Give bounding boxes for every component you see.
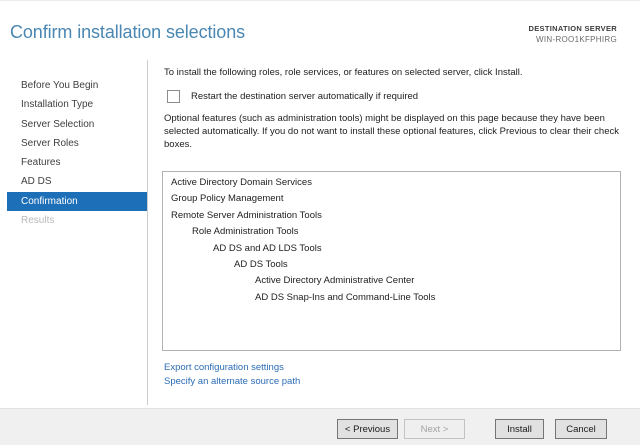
wizard-step-sidebar: Before You Begin Installation Type Serve…	[0, 76, 147, 230]
previous-button[interactable]: < Previous	[337, 419, 398, 439]
restart-checkbox-label[interactable]: Restart the destination server automatic…	[191, 91, 418, 102]
sidebar-item-results: Results	[0, 211, 147, 230]
sidebar-item-before-you-begin[interactable]: Before You Begin	[0, 76, 147, 95]
restart-checkbox[interactable]	[167, 90, 180, 103]
selection-list-item: AD DS and AD LDS Tools	[163, 241, 620, 257]
selection-list-item: Active Directory Domain Services	[163, 175, 620, 191]
sidebar-item-ad-ds[interactable]: AD DS	[0, 172, 147, 191]
footer-bar	[0, 408, 640, 445]
selection-list-item: AD DS Snap-Ins and Command-Line Tools	[163, 290, 620, 306]
cancel-button[interactable]: Cancel	[555, 419, 607, 439]
footer-links: Export configuration settings Specify an…	[164, 361, 300, 388]
selection-list-item: Group Policy Management	[163, 191, 620, 207]
destination-server-block: DESTINATION SERVER WIN-ROO1KFPHIRG	[529, 24, 617, 44]
sidebar-item-server-roles[interactable]: Server Roles	[0, 134, 147, 153]
next-button: Next >	[404, 419, 465, 439]
sidebar-item-installation-type[interactable]: Installation Type	[0, 95, 147, 114]
selection-list-item: Remote Server Administration Tools	[163, 208, 620, 224]
window-top-edge	[0, 0, 640, 1]
selection-list: Active Directory Domain Services Group P…	[162, 171, 621, 351]
sidebar-item-features[interactable]: Features	[0, 153, 147, 172]
intro-text: To install the following roles, role ser…	[164, 67, 622, 78]
sidebar-divider	[147, 60, 148, 405]
install-button[interactable]: Install	[495, 419, 544, 439]
selection-list-item: AD DS Tools	[163, 257, 620, 273]
destination-server-label: DESTINATION SERVER	[529, 24, 617, 33]
destination-server-name: WIN-ROO1KFPHIRG	[529, 35, 617, 44]
alternate-source-path-link[interactable]: Specify an alternate source path	[164, 375, 300, 389]
sidebar-item-confirmation[interactable]: Confirmation	[7, 192, 147, 211]
page-title: Confirm installation selections	[10, 22, 245, 43]
sidebar-item-server-selection[interactable]: Server Selection	[0, 115, 147, 134]
restart-checkbox-row: Restart the destination server automatic…	[167, 90, 418, 103]
selection-list-item: Active Directory Administrative Center	[163, 273, 620, 289]
export-configuration-link[interactable]: Export configuration settings	[164, 361, 300, 375]
optional-features-note: Optional features (such as administratio…	[164, 112, 626, 151]
selection-list-item: Role Administration Tools	[163, 224, 620, 240]
